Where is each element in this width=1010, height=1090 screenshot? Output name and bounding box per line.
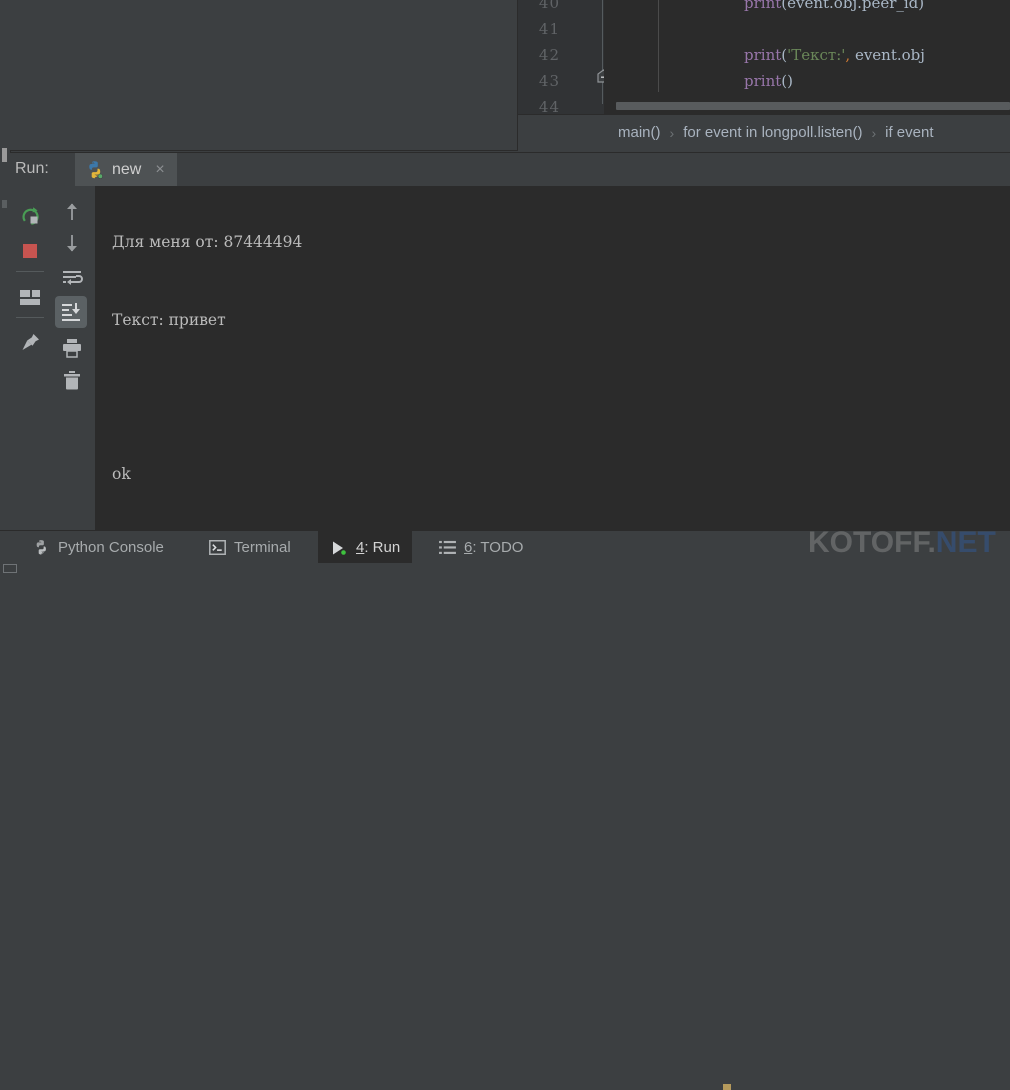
python-icon <box>85 160 105 180</box>
breadcrumb: main() › for event in longpoll.listen() … <box>518 114 1010 150</box>
breadcrumb-separator-icon: › <box>871 125 876 141</box>
run-console-output[interactable]: Для меня от: 87444494 Текст: привет ok Н… <box>96 186 1010 530</box>
left-strip-mark <box>2 200 7 208</box>
toolbar-separator <box>16 317 44 318</box>
keyword-print: print <box>744 46 781 64</box>
bottom-tab-shortcut: 6 <box>464 539 472 556</box>
terminal-icon <box>208 539 226 557</box>
status-bar <box>0 563 1010 574</box>
line-number: 42 <box>539 46 560 64</box>
string-literal: 'Текст:' <box>787 46 845 64</box>
status-bar-corner-icon <box>3 564 17 573</box>
breadcrumb-separator-icon: › <box>670 125 675 141</box>
python-icon <box>32 539 50 557</box>
status-indicator <box>723 1084 731 1090</box>
run-toolbar-secondary <box>50 186 96 530</box>
editor-left-panel <box>10 0 518 151</box>
bottom-tool-window-bar: Python Console Terminal 4: Run <box>0 530 1010 564</box>
breadcrumb-item-if[interactable]: if event <box>885 124 933 141</box>
run-window-label: Run: <box>15 160 49 178</box>
editor-hscrollbar-thumb[interactable] <box>616 102 1010 110</box>
line-number: 44 <box>539 98 560 114</box>
close-icon[interactable]: × <box>155 162 164 178</box>
pycharm-window: 40 41 42 43 44 print(event.obj.peer_id) … <box>0 0 1010 574</box>
line-number: 41 <box>539 20 560 38</box>
stop-button[interactable] <box>14 235 46 267</box>
bottom-tab-terminal[interactable]: Terminal <box>196 531 303 564</box>
code-line-43: print() <box>744 72 793 90</box>
line-number: 43 <box>539 72 560 90</box>
keyword-print: print <box>744 0 781 12</box>
editor-gutter[interactable]: 40 41 42 43 44 <box>518 0 566 114</box>
bottom-tab-todo[interactable]: 6: TODO <box>426 531 535 564</box>
editor-code-area[interactable]: print(event.obj.peer_id) print('Текст:',… <box>602 0 1010 104</box>
run-play-icon <box>330 539 348 557</box>
console-line: ok <box>112 462 1002 488</box>
bottom-tab-label: Python Console <box>58 539 164 556</box>
keyword-print: print <box>744 72 781 90</box>
bottom-tab-python-console[interactable]: Python Console <box>20 531 176 564</box>
soft-wrap-button[interactable] <box>56 262 88 294</box>
clear-all-button[interactable] <box>56 364 88 396</box>
todo-icon <box>438 539 456 557</box>
layout-button[interactable] <box>14 282 46 314</box>
console-line <box>112 385 1002 411</box>
left-strip-mark <box>2 148 7 162</box>
code-editor[interactable]: 40 41 42 43 44 print(event.obj.peer_id) … <box>518 0 1010 114</box>
scroll-to-end-button[interactable] <box>55 296 87 328</box>
pin-button[interactable] <box>14 327 46 359</box>
run-tab-label: new <box>112 161 141 179</box>
editor-fold-strip[interactable] <box>566 0 604 114</box>
line-number: 40 <box>539 0 560 12</box>
code-line-40: print(event.obj.peer_id) <box>744 0 924 12</box>
bottom-tab-label: Terminal <box>234 539 291 556</box>
print-button[interactable] <box>56 332 88 364</box>
toolbar-separator <box>16 271 44 272</box>
run-tab-new[interactable]: new × <box>75 153 177 187</box>
breadcrumb-item-main[interactable]: main() <box>618 124 661 141</box>
breadcrumb-item-for-loop[interactable]: for event in longpoll.listen() <box>683 124 862 141</box>
console-line: Текст: привет <box>112 308 1002 334</box>
up-button[interactable] <box>56 196 88 228</box>
bottom-tab-label: : TODO <box>472 539 523 556</box>
console-line: Для меня от: 87444494 <box>112 230 1002 256</box>
rerun-button[interactable] <box>14 200 46 232</box>
run-toolbar-primary <box>10 186 51 530</box>
code-line-42: print('Текст:', event.obj <box>744 46 925 64</box>
bottom-tab-shortcut: 4 <box>356 539 364 556</box>
code-argument: event.obj.peer_id <box>787 0 918 12</box>
console-text: Для меня от: 87444494 Текст: привет ok Н… <box>112 186 1002 530</box>
run-tool-window-header: Run: new × <box>10 152 1010 187</box>
paren: ) <box>787 72 793 90</box>
bottom-tab-run[interactable]: 4: Run <box>318 531 412 564</box>
code-argument: event.obj <box>850 46 925 64</box>
bottom-tab-label: : Run <box>364 539 400 556</box>
paren: ) <box>918 0 924 12</box>
down-button[interactable] <box>56 227 88 259</box>
